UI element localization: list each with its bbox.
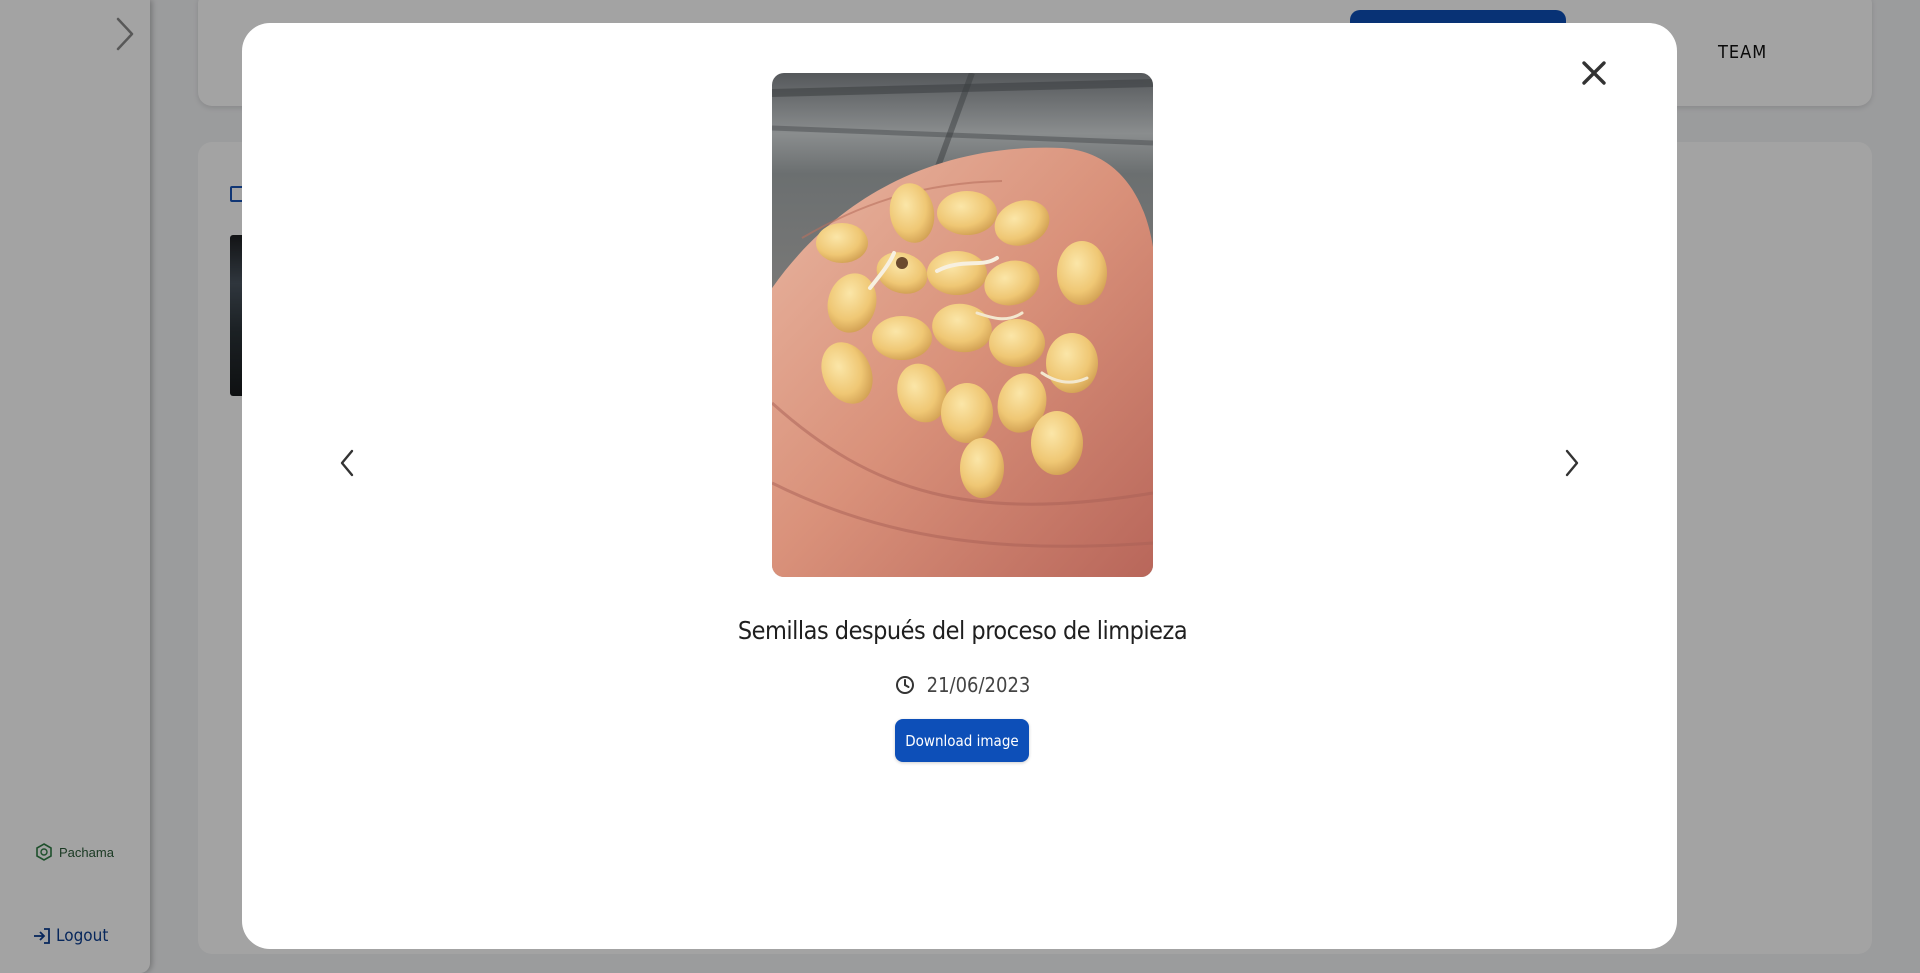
chevron-left-icon bbox=[340, 449, 354, 477]
image-viewer-modal: Semillas después del proceso de limpieza… bbox=[242, 23, 1677, 949]
corn-seeds-photo bbox=[772, 73, 1153, 577]
gallery-image bbox=[772, 73, 1153, 577]
close-button[interactable] bbox=[1574, 53, 1614, 93]
chevron-right-icon bbox=[1565, 449, 1579, 477]
clock-icon bbox=[895, 676, 914, 694]
image-caption: Semillas después del proceso de limpieza bbox=[737, 616, 1188, 645]
close-icon bbox=[1582, 61, 1606, 85]
image-date: 21/06/2023 bbox=[242, 673, 1683, 697]
download-image-button[interactable]: Download image bbox=[895, 719, 1029, 762]
date-text: 21/06/2023 bbox=[926, 673, 1031, 697]
previous-image-button[interactable] bbox=[327, 443, 367, 483]
next-image-button[interactable] bbox=[1552, 443, 1592, 483]
